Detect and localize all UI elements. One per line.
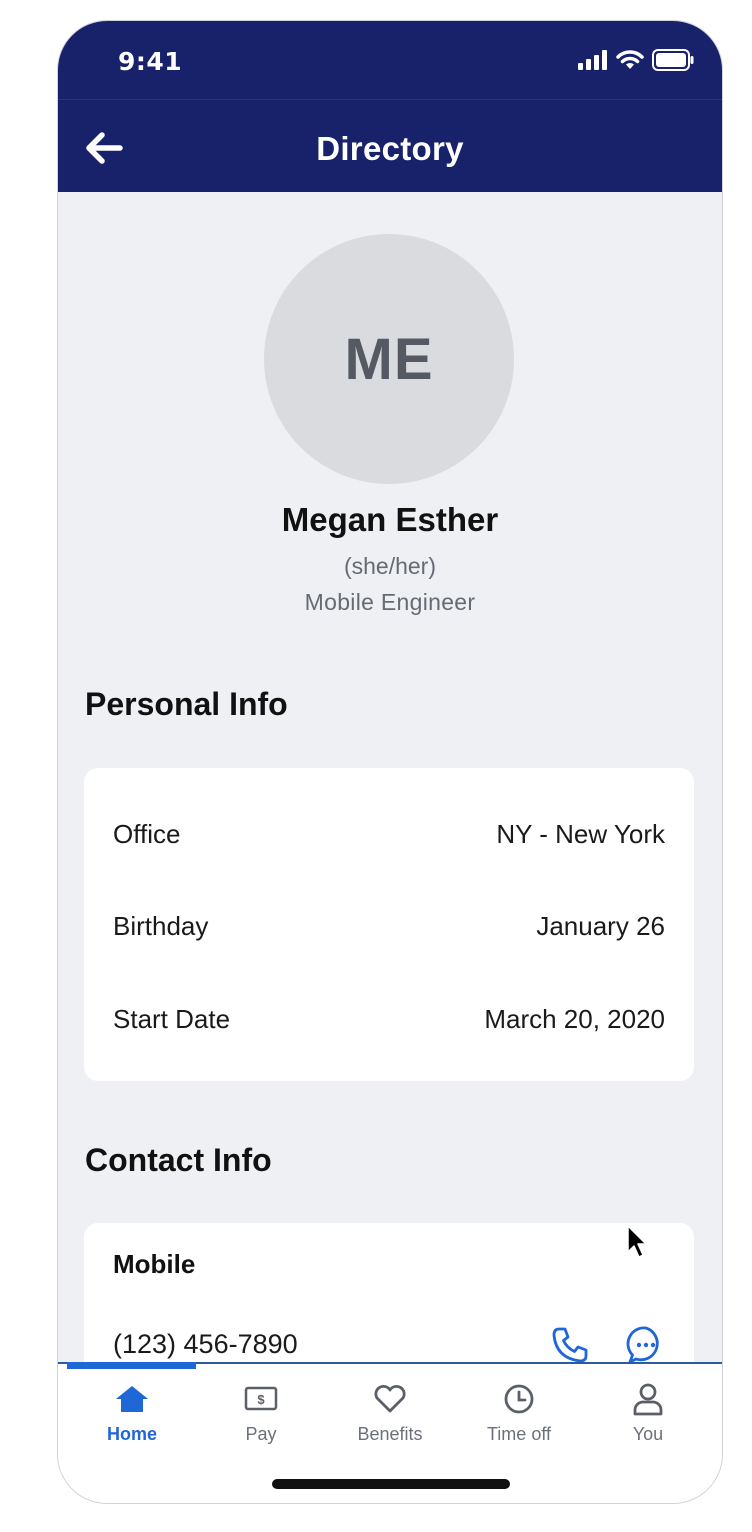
info-label: Start Date <box>113 1004 231 1034</box>
tab-label: Pay <box>245 1424 277 1444</box>
home-icon <box>116 1386 148 1412</box>
message-button[interactable] <box>626 1325 666 1365</box>
personal-info-heading: Personal Info <box>85 686 288 722</box>
info-value: January 26 <box>536 911 665 941</box>
tab-home[interactable]: Home <box>72 1382 192 1445</box>
svg-text:$: $ <box>257 1392 265 1407</box>
info-label: Birthday <box>113 911 209 941</box>
profile-role: Mobile Engineer <box>304 589 476 615</box>
avatar: ME <box>264 234 514 484</box>
call-button[interactable] <box>550 1325 590 1365</box>
info-value: March 20, 2020 <box>484 1004 665 1034</box>
wifi-icon <box>616 50 644 69</box>
phone-icon <box>552 1327 588 1363</box>
contact-info-heading: Contact Info <box>85 1142 272 1178</box>
tab-benefits[interactable]: Benefits <box>330 1382 450 1445</box>
phone-screen: 9:41 Directory ME Megan Esther (she/her)… <box>57 20 723 1504</box>
mobile-number: (123) 456-7890 <box>113 1329 298 1359</box>
tab-label: Benefits <box>357 1424 423 1444</box>
heart-icon <box>374 1385 406 1413</box>
status-icons <box>578 49 694 71</box>
navigation-bar: Directory <box>58 99 722 192</box>
status-bar: 9:41 <box>58 21 722 99</box>
tab-label: Home <box>106 1424 157 1444</box>
tab-pay[interactable]: $ Pay <box>201 1382 321 1445</box>
clock-icon <box>504 1384 534 1414</box>
cellular-signal-icon <box>578 50 607 70</box>
tab-you[interactable]: You <box>588 1382 708 1445</box>
avatar-initials: ME <box>344 326 434 392</box>
info-value: NY - New York <box>496 819 665 849</box>
info-label: Office <box>113 819 181 849</box>
info-row-birthday: Birthday January 26 <box>113 911 665 942</box>
tab-time-off[interactable]: Time off <box>459 1382 579 1445</box>
info-row-start-date: Start Date March 20, 2020 <box>113 1004 665 1035</box>
person-icon <box>633 1383 663 1416</box>
profile-pronouns: (she/her) <box>343 553 437 579</box>
tab-label: You <box>632 1424 664 1444</box>
profile-name: Megan Esther <box>281 501 499 538</box>
pay-icon: $ <box>244 1386 278 1411</box>
chat-bubble-icon <box>626 1326 659 1364</box>
page-title: Directory <box>316 130 464 167</box>
battery-icon <box>652 49 694 71</box>
home-indicator <box>272 1479 510 1489</box>
info-row-office: Office NY - New York <box>113 819 665 850</box>
status-time: 9:41 <box>118 47 183 76</box>
active-tab-indicator <box>67 1362 196 1369</box>
tab-label: Time off <box>486 1424 552 1444</box>
mobile-label: Mobile <box>113 1249 196 1279</box>
personal-info-card: Office NY - New York Birthday January 26… <box>84 768 694 1081</box>
mouse-cursor-icon <box>627 1225 647 1258</box>
